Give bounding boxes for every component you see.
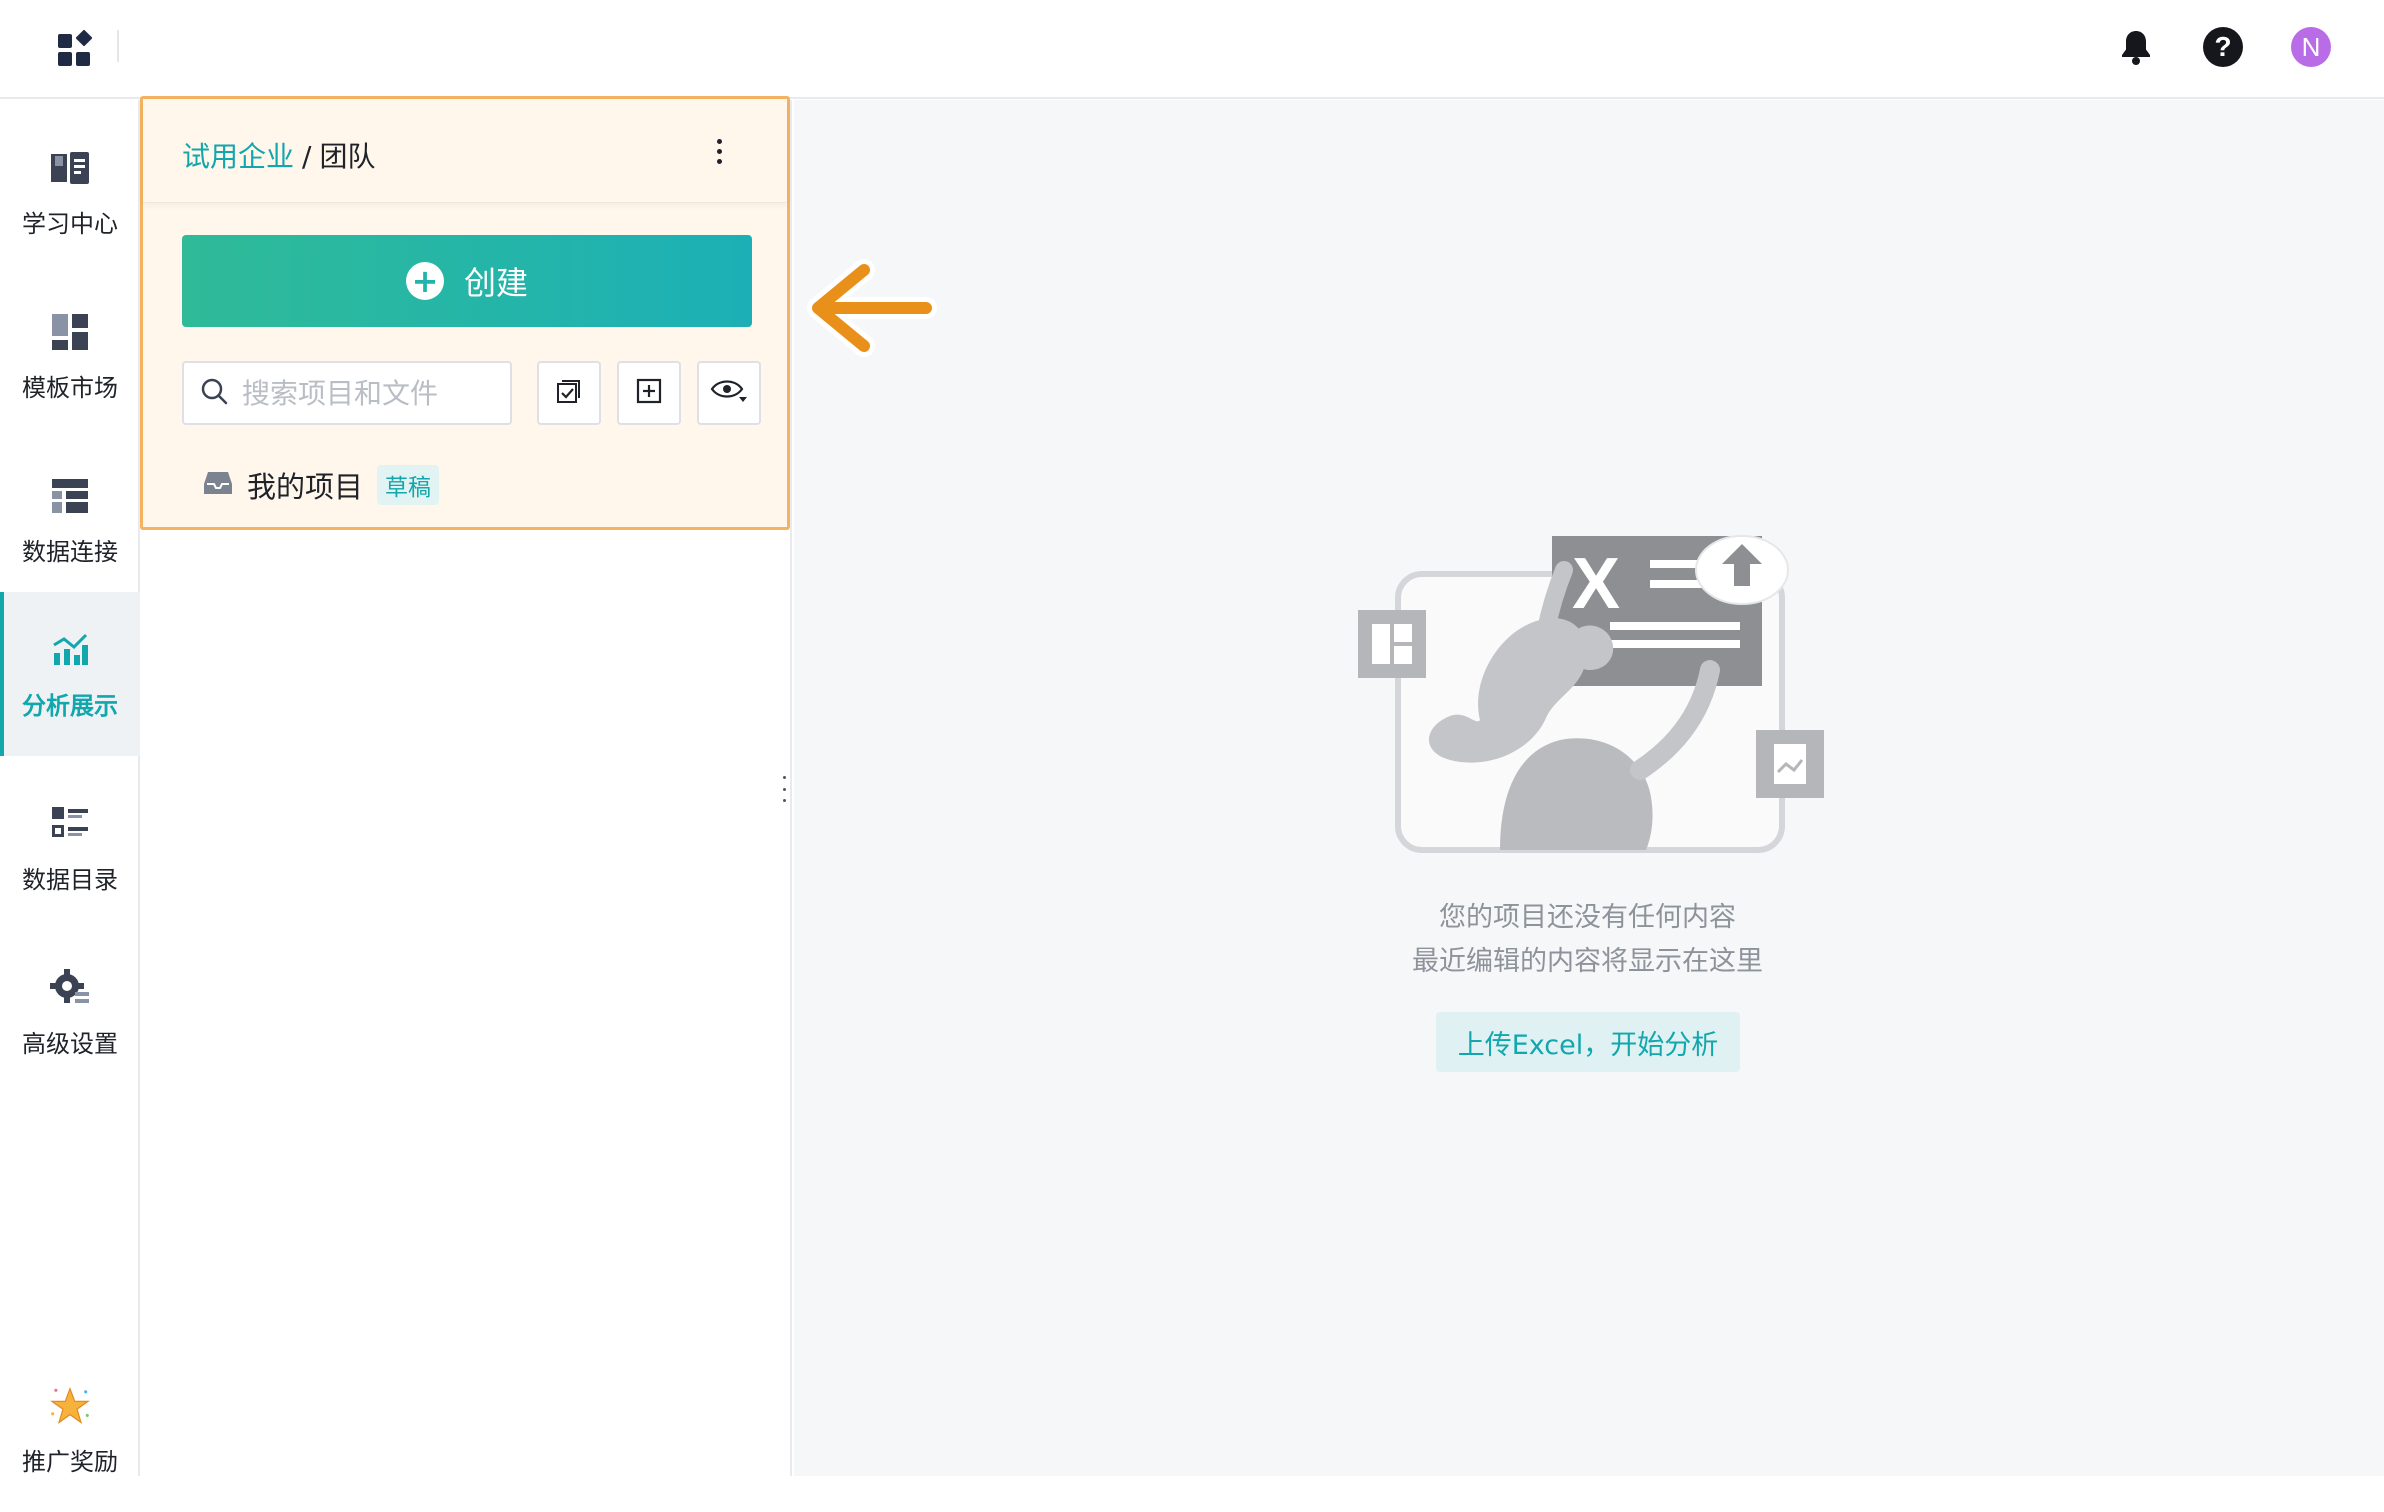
nav-item-data-catalog[interactable]: 数据目录 xyxy=(0,766,140,930)
gear-icon xyxy=(48,966,92,1010)
breadcrumb-separator: / xyxy=(302,140,312,173)
empty-state-text: 您的项目还没有任何内容 最近编辑的内容将显示在这里 xyxy=(1300,896,1875,984)
project-name: 我的项目 xyxy=(247,470,364,504)
nav-item-data-connection[interactable]: 数据连接 xyxy=(0,438,140,602)
empty-state-line-1: 您的项目还没有任何内容 xyxy=(1439,902,1736,933)
catalog-icon xyxy=(48,802,92,846)
search-box xyxy=(182,361,512,425)
draft-badge: 草稿 xyxy=(377,465,440,505)
nav-item-advanced-settings[interactable]: 高级设置 xyxy=(0,930,140,1094)
top-bar: ? N xyxy=(0,0,2384,99)
upload-excel-button[interactable]: 上传Excel，开始分析 xyxy=(1436,1012,1740,1072)
avatar[interactable]: N xyxy=(2290,26,2332,68)
search-input[interactable] xyxy=(242,376,482,410)
search-icon xyxy=(200,377,228,409)
empty-state-line-2: 最近编辑的内容将显示在这里 xyxy=(1412,946,1763,977)
divider xyxy=(117,30,119,62)
app-grid-icon[interactable] xyxy=(56,28,96,68)
nav-label: 推广奖励 xyxy=(22,1447,118,1476)
book-icon xyxy=(48,146,92,190)
help-icon[interactable]: ? xyxy=(2202,26,2244,68)
view-options-button[interactable] xyxy=(697,361,761,425)
plus-circle-icon: + xyxy=(405,262,444,300)
eye-dropdown-icon xyxy=(709,375,749,411)
project-item-my-project[interactable]: 我的项目 草稿 xyxy=(203,461,440,509)
nav-label: 高级设置 xyxy=(22,1029,118,1058)
breadcrumb-root[interactable]: 试用企业 xyxy=(182,140,294,173)
project-panel-header-highlight: 试用企业 / 团队 + 创建 搜索项目和文件 我的项目 草稿 xyxy=(140,96,790,530)
nav-item-analysis[interactable]: 分析展示 xyxy=(0,592,140,756)
nav-item-promotion-reward[interactable]: 推广奖励 xyxy=(0,1348,140,1512)
left-nav: 学习中心 模板市场 数据连接 分析展示 数据目录 高级设置 推广奖励 xyxy=(0,100,140,1476)
new-folder-button[interactable] xyxy=(617,361,681,425)
nav-label: 数据目录 xyxy=(22,865,118,894)
panel-header: 试用企业 / 团队 xyxy=(143,99,787,203)
bell-icon[interactable] xyxy=(2115,26,2157,68)
create-button-label: 创建 xyxy=(463,264,528,302)
database-icon xyxy=(48,474,92,518)
breadcrumb-current: 团队 xyxy=(319,140,376,173)
breadcrumb: 试用企业 / 团队 xyxy=(182,135,375,175)
batch-select-button[interactable] xyxy=(537,361,601,425)
inbox-icon xyxy=(203,469,233,501)
checkbox-stack-icon xyxy=(555,377,583,409)
more-options-icon[interactable] xyxy=(699,129,739,173)
chart-icon xyxy=(48,628,92,672)
nav-label: 数据连接 xyxy=(22,537,118,566)
template-icon xyxy=(48,310,92,354)
star-icon xyxy=(48,1384,92,1428)
nav-label: 模板市场 xyxy=(22,373,118,402)
nav-label: 分析展示 xyxy=(22,691,118,720)
panel-resize-handle[interactable] xyxy=(780,776,788,802)
nav-label: 学习中心 xyxy=(22,209,118,238)
nav-item-learning-center[interactable]: 学习中心 xyxy=(0,110,140,274)
nav-item-template-market[interactable]: 模板市场 xyxy=(0,274,140,438)
empty-state-illustration: X xyxy=(1350,520,1830,860)
plus-square-icon xyxy=(635,377,663,409)
avatar-initial: N xyxy=(2291,27,2331,67)
arrow-left-icon xyxy=(800,256,940,360)
create-button[interactable]: + 创建 xyxy=(182,235,752,327)
svg-text:X: X xyxy=(1572,544,1620,624)
